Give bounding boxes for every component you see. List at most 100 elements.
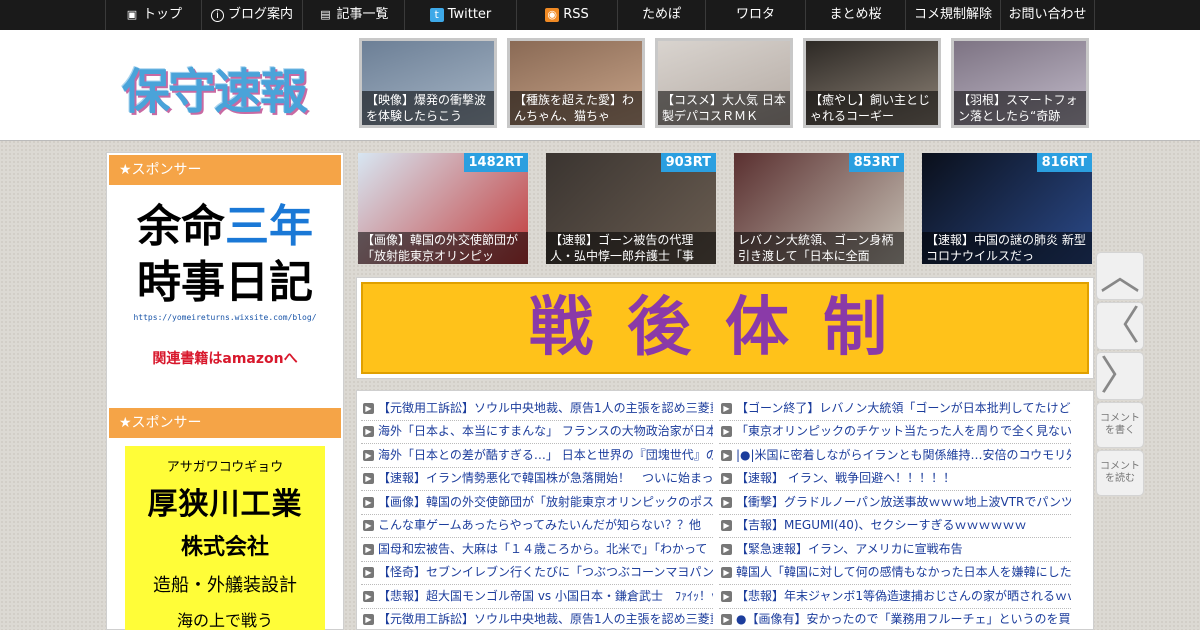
nav-item-comment-unblock[interactable]: コメ規制解除 (905, 0, 1000, 30)
arrow-right-icon: ▶ (363, 543, 374, 555)
nav-item-article-list[interactable]: ▤ 記事一覧 (302, 0, 404, 30)
arrow-right-icon: ▶ (721, 426, 732, 438)
article-link[interactable]: ▶ 【画像】韓国の外交使節団が「放射能東京オリンピックのポスター (361, 491, 713, 515)
ad-corp: 株式会社 (180, 535, 269, 560)
link-list-right: ▶ 【ゴーン終了】レバノン大統領「ゴーンが日本批判してたけど ▶ 「東京オリンピックの… (719, 397, 1071, 630)
ranked-article-4[interactable]: 816RT 【速報】中国の謎の肺炎 新型コロナウイルスだっ (922, 153, 1092, 264)
arrow-right-icon: ▶ (721, 520, 732, 532)
ranked-article-1[interactable]: 1482RT 【画像】韓国の外交使節団が「放射能東京オリンピッ (358, 153, 528, 264)
article-link[interactable]: ▶ 韓国人「韓国に対して何の感情もなかった日本人を嫌韓にした (719, 562, 1071, 585)
ranked-caption: 【速報】ゴーン被告の代理人・弘中惇一郎弁護士「事 (546, 232, 716, 264)
twitter-icon: t (429, 8, 444, 22)
article-link[interactable]: ▶ 【ゴーン終了】レバノン大統領「ゴーンが日本批判してたけど (719, 397, 1071, 421)
ad-text: 余命 (137, 201, 225, 252)
floating-nav: ︿ 〈 〉 コメントを書く コメントを読む (1094, 250, 1146, 498)
nav-item-contact[interactable]: お問い合わせ (1000, 0, 1095, 30)
article-link[interactable]: ▶ 【衝撃】グラドルノーパン放送事故ｗｗｗ地上波VTRでパンツ (719, 491, 1071, 515)
sidebar: ★スポンサー 余命三年 時事日記 https://yomeireturns.wi… (106, 152, 344, 630)
sponsor-ad-asagawa[interactable]: アサガワコウギョウ 厚狭川工業 株式会社 造船・外艤装設計 海の上で戦う (125, 446, 325, 630)
top-nav-list: ▣ トップ i ブログ案内 ▤ 記事一覧 t Twitter ◉ RSS ためぽ ワロタ … (105, 0, 1095, 30)
article-link[interactable]: ▶ 「東京オリンピックのチケット当たった人を周りで全く見ない (719, 421, 1071, 444)
nav-item-rss[interactable]: ◉ RSS (516, 0, 617, 30)
ranked-article-2[interactable]: 903RT 【速報】ゴーン被告の代理人・弘中惇一郎弁護士「事 (546, 153, 716, 264)
banner-sengo-taisei[interactable]: 戦後体制 (361, 282, 1089, 374)
chevron-left-icon: 〈 (1100, 303, 1140, 349)
nav-item-twitter[interactable]: t Twitter (404, 0, 516, 30)
article-link[interactable]: ▶ 【怪奇】セブンイレブン行くたびに「つぶつぶコーンマヨパン (361, 562, 713, 585)
ad-line-1: 余命三年 (107, 199, 343, 255)
nav-item-top[interactable]: ▣ トップ (105, 0, 201, 30)
arrow-right-icon: ▶ (363, 473, 374, 485)
thumb-caption: 【映像】爆発の衝撃波を体験したらこう (362, 91, 494, 125)
ranked-article-3[interactable]: 853RT レバノン大統領、ゴーン身柄引き渡して「日本に全面 (734, 153, 904, 264)
ad-text-blue: 三年 (225, 201, 313, 252)
header-thumb-2[interactable]: 【種族を超えた愛】わんちゃん、猫ちゃ (507, 38, 645, 128)
chevron-up-icon: ︿ (1100, 253, 1140, 299)
article-link[interactable]: ▶ 【悲報】超大国モンゴル帝国 vs 小国日本・鎌倉武士 ﾌｧｲｯ！ｗ (361, 585, 713, 609)
arrow-right-icon: ▶ (721, 614, 732, 626)
article-link-title: 【速報】 イラン、戦争回避へ！！！！！ (736, 471, 956, 486)
article-link[interactable]: ▶ 【速報】イラン情勢悪化で韓国株が急落開始！ ついに始まった (361, 468, 713, 491)
sponsor-ad-yomei[interactable]: 余命三年 時事日記 https://yomeireturns.wixsite.c… (107, 187, 343, 397)
article-link[interactable]: ▶ 海外「日本との差が酷すぎる…」 日本と世界の『団塊世代』の違い (361, 444, 713, 468)
article-link-title: 【画像】韓国の外交使節団が「放射能東京オリンピックのポスター (378, 494, 713, 509)
thumb-caption: 【羽根】スマートフォン落としたら“奇跡 (954, 91, 1086, 125)
ad-url: https://yomeireturns.wixsite.com/blog/ (133, 313, 317, 322)
header-thumb-4[interactable]: 【癒やし】飼い主とじゃれるコーギー (803, 38, 941, 128)
nav-item-warota[interactable]: ワロタ (705, 0, 805, 30)
article-link[interactable]: ▶ 【元徴用工訴訟】ソウル中央地裁、原告1人の主張を認め三菱重工 (361, 397, 713, 421)
article-link[interactable]: ▶ |●|米国に密着しながらイランとも関係維持…安倍のコウモリ外交 (719, 444, 1071, 468)
site-header: 保守速報 【映像】爆発の衝撃波を体験したらこう 【種族を超えた愛】わんちゃん、猫… (0, 30, 1200, 141)
article-link[interactable]: ▶ ●【画像有】安かったので「業務用フルーチェ」というのを買っ (719, 609, 1071, 630)
arrow-right-icon: ▶ (721, 473, 732, 485)
prev-article-button[interactable]: 〈 (1096, 302, 1144, 350)
article-link[interactable]: ▶ 国母和宏被告、大麻は「１４歳ころから。北米で」「わかって (361, 538, 713, 562)
sponsor-heading: ★スポンサー (109, 408, 341, 438)
home-icon: ▣ (126, 8, 138, 21)
article-link[interactable]: ▶ 【悲報】年末ジャンボ1等偽造逮捕おじさんの家が晒されるｗｗ (719, 585, 1071, 609)
article-link-title: 【衝撃】グラドルノーパン放送事故ｗｗｗ地上波VTRでパンツ (736, 494, 1071, 509)
chevron-right-icon: 〉 (1100, 353, 1140, 399)
article-link[interactable]: ▶ こんな車ゲームあったらやってみたいんだが知らない？？他 (361, 515, 713, 538)
article-link[interactable]: ▶ 【速報】 イラン、戦争回避へ！！！！！ (719, 468, 1071, 491)
retweet-count-badge: 816RT (1036, 153, 1092, 172)
arrow-right-icon: ▶ (363, 520, 374, 532)
arrow-right-icon: ▶ (721, 567, 732, 579)
nav-item-matome-sakura[interactable]: まとめ桜 (805, 0, 905, 30)
arrow-right-icon: ▶ (721, 449, 732, 461)
header-thumb-1[interactable]: 【映像】爆発の衝撃波を体験したらこう (359, 38, 497, 128)
arrow-right-icon: ▶ (363, 590, 374, 602)
article-link-title: こんな車ゲームあったらやってみたいんだが知らない？？他 (378, 518, 702, 533)
nav-label: ためぽ (641, 7, 681, 22)
site-logo[interactable]: 保守速報 (122, 52, 308, 122)
list-icon: ▤ (320, 8, 331, 21)
header-thumb-3[interactable]: 【コスメ】大人気 日本製デパコスＲＭＫ (655, 38, 793, 128)
article-link-title: 【ゴーン終了】レバノン大統領「ゴーンが日本批判してたけど (736, 400, 1071, 415)
nav-label: コメ規制解除 (913, 7, 992, 22)
top-nav: ▣ トップ i ブログ案内 ▤ 記事一覧 t Twitter ◉ RSS ためぽ ワロタ … (0, 0, 1200, 30)
article-link-title: 【怪奇】セブンイレブン行くたびに「つぶつぶコーンマヨパン (378, 565, 713, 580)
ad-line-2: 時事日記 (137, 257, 313, 308)
ad-amazon-link: 関連書籍はamazonへ (152, 351, 298, 367)
nav-item-blog-guide[interactable]: i ブログ案内 (201, 0, 302, 30)
article-link[interactable]: ▶ 【元徴用工訴訟】ソウル中央地裁、原告1人の主張を認め三菱重工 (361, 609, 713, 630)
sponsor-heading: ★スポンサー (109, 155, 341, 185)
ad-kana: アサガワコウギョウ (166, 460, 284, 475)
nav-label: Twitter (447, 7, 492, 22)
write-comment-button[interactable]: コメントを書く (1096, 402, 1144, 448)
nav-label: トップ (142, 7, 182, 22)
article-link[interactable]: ▶ 【吉報】MEGUMI(40)、セクシーすぎるｗｗｗｗｗｗ (719, 515, 1071, 538)
nav-item-tamepo[interactable]: ためぽ (617, 0, 705, 30)
ranked-caption: 【画像】韓国の外交使節団が「放射能東京オリンピッ (358, 232, 528, 264)
nav-label: お問い合わせ (1008, 7, 1087, 22)
nav-label: 記事一覧 (336, 7, 389, 22)
link-list-left: ▶ 【元徴用工訴訟】ソウル中央地裁、原告1人の主張を認め三菱重工 ▶ 海外「日本よ、本… (361, 397, 713, 630)
header-thumb-5[interactable]: 【羽根】スマートフォン落としたら“奇跡 (951, 38, 1089, 128)
scroll-top-button[interactable]: ︿ (1096, 252, 1144, 300)
article-link-title: |●|米国に密着しながらイランとも関係維持…安倍のコウモリ外交 (736, 447, 1071, 462)
article-link[interactable]: ▶ 海外「日本よ、本当にすまんな」 フランスの大物政治家が日本 (361, 421, 713, 444)
read-comment-button[interactable]: コメントを読む (1096, 450, 1144, 496)
next-article-button[interactable]: 〉 (1096, 352, 1144, 400)
article-link[interactable]: ▶ 【緊急速報】イラン、アメリカに宣戦布告 (719, 538, 1071, 562)
article-link-title: 【悲報】超大国モンゴル帝国 vs 小国日本・鎌倉武士 ﾌｧｲｯ！ｗ (378, 588, 713, 603)
